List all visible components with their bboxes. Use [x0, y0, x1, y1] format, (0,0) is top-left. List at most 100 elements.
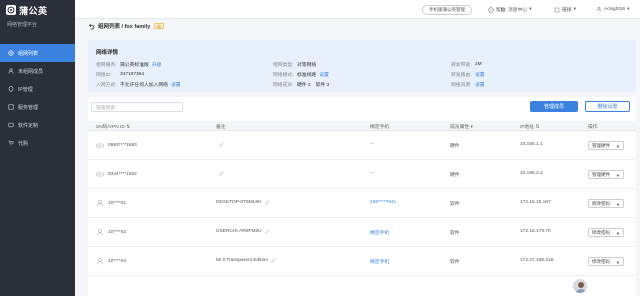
sidebar-item-4[interactable]: 软件定制	[0, 116, 75, 134]
breadcrumb: 组网列表 / fox family 新	[88, 21, 165, 31]
chevron-down-icon: ▼	[616, 144, 620, 149]
user-icon	[596, 6, 602, 12]
col-note: 备注	[216, 125, 226, 130]
edit-icon[interactable]	[264, 200, 270, 205]
network-icon	[8, 50, 14, 56]
detail-route: 转发路由: 设置	[451, 71, 485, 78]
brand-name: 蒲公英	[19, 5, 48, 16]
members-key: 网络成员:	[273, 83, 294, 88]
bandwidth-key: 转发带宽:	[451, 63, 472, 68]
search-input[interactable]: 快速搜索	[91, 102, 183, 112]
row-action-dropdown[interactable]: 修改密码 ▼	[588, 228, 624, 237]
note-cell	[216, 171, 224, 176]
note-text: USERCHI-AR8FM2U	[216, 229, 262, 234]
member-id: 8344****1552	[108, 171, 137, 177]
route-key: 转发路由:	[451, 73, 472, 78]
sidebar-item-label: 软件定制	[18, 122, 39, 129]
ip-address: 172.16.15.167	[520, 200, 551, 205]
bandwidth-value: 2M	[475, 62, 482, 67]
col-sn[interactable]: SN码/VPN ID ⇅	[96, 123, 130, 130]
phone-cell[interactable]: 138****7941	[370, 200, 396, 205]
note-cell: Mi 9 Transparent Edition	[216, 258, 276, 263]
sidebar-item-5[interactable]: 代购	[0, 134, 75, 152]
bell-icon	[500, 7, 506, 13]
netid-key: 网络ID:	[96, 73, 112, 78]
mode-value: 标准线路	[297, 73, 317, 78]
sidebar-item-label: 组网列表	[18, 50, 39, 57]
table-row: 0993****1693 -- 硬件 10.168.1.1 管理硬件 ▼	[88, 132, 636, 160]
sidebar-item-label: IP管理	[18, 86, 33, 93]
edit-icon[interactable]	[219, 142, 224, 147]
phone-cell[interactable]: 绑定手机	[370, 258, 389, 265]
row-action-label: 修改密码	[592, 258, 610, 264]
service-value: 蒲公英标准版	[120, 63, 149, 68]
join-setting-link[interactable]: 设置	[171, 81, 181, 88]
sidebar-item-3[interactable]: 服务管理	[0, 98, 75, 116]
detail-title: 网络详情	[96, 50, 119, 56]
sort-icon[interactable]: ⇅	[126, 125, 130, 130]
chevron-down-icon: ▼	[616, 260, 620, 265]
row-action-dropdown[interactable]: 管理硬件 ▼	[588, 170, 624, 179]
router-icon	[96, 141, 104, 149]
phone-cell: --	[370, 171, 374, 176]
member-icon	[8, 68, 14, 74]
message-center-link[interactable]: 消息中心 ▾	[500, 6, 532, 13]
note-cell	[216, 142, 224, 147]
detail-resource: 网络资源: 设置	[451, 81, 485, 88]
logo[interactable]: 蒲公英	[0, 0, 75, 20]
sidebar-item-label: 服务管理	[18, 104, 39, 111]
app-subtitle: 网络管理平台	[7, 22, 38, 28]
link-menu[interactable]: 链接 ▾	[554, 6, 576, 13]
col-ip[interactable]: IP地址 ⇅	[520, 123, 540, 130]
sort-icon[interactable]: ⇅	[535, 125, 539, 130]
chevron-down-icon: ▾	[627, 6, 630, 12]
detail-netid: 网络ID: 347197364	[96, 71, 144, 78]
service-key: 组网服务:	[96, 63, 117, 68]
member-panel: 快速搜索 管理成员 删除设置 SN码/VPN ID ⇅ 备注 绑定手机 成员属性…	[88, 97, 636, 296]
member-id: 10****04	[108, 258, 127, 264]
user-menu[interactable]: Acsight26 ▾	[596, 6, 630, 12]
route-setting-link[interactable]: 设置	[475, 71, 485, 78]
join-key: 入网方式:	[96, 83, 117, 88]
col-type[interactable]: 成员属性 ▾	[450, 123, 473, 130]
sidebar-item-0[interactable]: 组网列表	[0, 44, 75, 62]
row-action-dropdown[interactable]: 修改密码 ▼	[588, 199, 624, 208]
chevron-down-icon: ▼	[616, 231, 620, 236]
sidebar-item-2[interactable]: IP管理	[0, 80, 75, 98]
join-value: 不允许任何人加入网络	[120, 83, 168, 88]
edit-icon[interactable]	[219, 171, 224, 176]
filter-icon[interactable]: ▾	[471, 125, 473, 130]
resource-setting-link[interactable]: 设置	[475, 81, 485, 88]
edit-icon[interactable]	[264, 229, 270, 234]
mode-setting-link[interactable]: 设置	[319, 71, 329, 78]
sidebar-item-1[interactable]: 未组网成员	[0, 62, 75, 80]
mobile-manage-button[interactable]: 手机版蒲公英管理	[422, 5, 472, 15]
link-icon	[554, 7, 560, 13]
manage-members-button[interactable]: 管理成员	[530, 101, 578, 112]
sidebar: 蒲公英 网络管理平台 组网列表未组网成员 IP管理服务管理软件定制代购	[0, 0, 75, 296]
note-text: DESKTOP-9T9ML8H	[216, 200, 262, 205]
detail-bandwidth: 转发带宽: 2M	[451, 61, 482, 68]
row-action-dropdown[interactable]: 管理硬件 ▼	[588, 141, 624, 150]
page-title: 组网列表 / fox family	[98, 24, 151, 30]
member-id-cell: 10****01	[96, 199, 126, 207]
upgrade-link[interactable]: 升级	[152, 61, 162, 68]
member-type: 软件	[450, 231, 460, 236]
phone-cell[interactable]: 绑定手机	[370, 229, 389, 236]
row-action-dropdown[interactable]: 修改密码 ▼	[588, 257, 624, 266]
phone-cell: --	[370, 142, 374, 147]
back-arrow-icon[interactable]	[88, 23, 95, 30]
type-key: 组网类型:	[273, 63, 294, 68]
edit-icon[interactable]	[271, 258, 276, 263]
custom-icon	[8, 122, 14, 128]
delete-settings-button[interactable]: 删除设置	[585, 101, 630, 112]
member-type: 软件	[450, 202, 460, 207]
ip-address: 10.168.1.1	[520, 142, 543, 147]
detail-mode: 网络模式: 标准线路 设置	[273, 71, 329, 78]
support-avatar[interactable]	[572, 278, 588, 294]
svg-text:?: ?	[490, 8, 492, 12]
detail-join: 入网方式: 不允许任何人加入网络 设置	[96, 81, 181, 88]
row-action-label: 修改密码	[592, 229, 610, 235]
member-id: 10****02	[108, 229, 127, 235]
col-op: 操作	[588, 125, 598, 130]
